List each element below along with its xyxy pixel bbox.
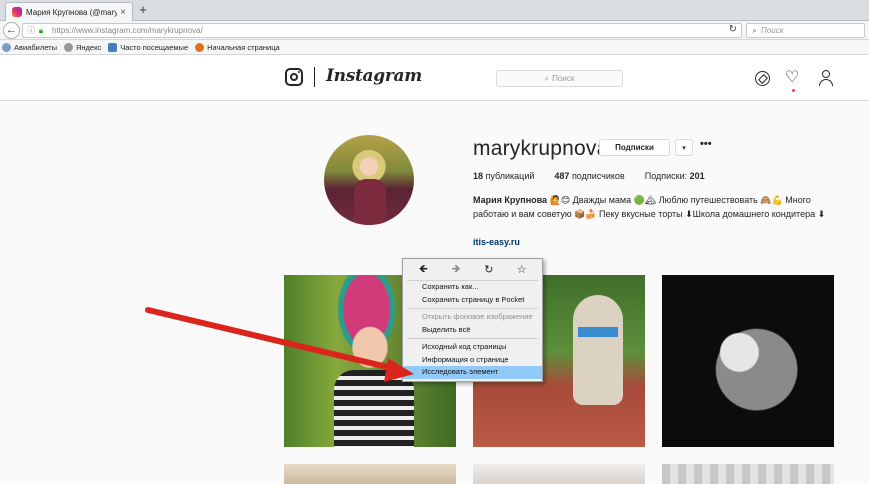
bookmark-item[interactable]: Яндекс xyxy=(63,42,102,52)
suggestions-dropdown-button[interactable]: ▾ xyxy=(675,139,693,156)
new-tab-button[interactable]: + xyxy=(136,3,150,17)
menu-item-inspect-element[interactable]: Исследовать элемент xyxy=(403,366,542,379)
followers-count: 487 xyxy=(554,171,570,181)
following-button[interactable]: Подписки xyxy=(599,139,670,156)
post-thumbnail[interactable] xyxy=(473,464,645,484)
heart-icon[interactable]: ♡ xyxy=(785,67,799,87)
bookmark-favicon-icon xyxy=(63,42,73,52)
profile-username: marykrupnova xyxy=(473,137,609,160)
url-text[interactable]: https://www.instagram.com/marykrupnova/ xyxy=(52,26,203,35)
bookmark-item[interactable]: Часто посещаемые xyxy=(108,42,189,52)
profile-stats: 18 публикаций 487 подписчиков Подписки: … xyxy=(473,171,725,181)
menu-item-save-as[interactable]: Сохранить как... xyxy=(403,281,542,294)
menu-item-page-info[interactable]: Информация о странице xyxy=(403,354,542,367)
instagram-camera-icon[interactable] xyxy=(285,68,303,86)
instagram-header: Instagram ⌕ Поиск ♡ xyxy=(0,55,869,101)
instagram-favicon-icon xyxy=(12,7,22,17)
navigation-bar: ← ⓘ 🔒︎ https://www.instagram.com/marykru… xyxy=(0,21,869,40)
bookmark-item[interactable]: Авиабилеты xyxy=(2,42,57,52)
bio-website-link[interactable]: itis-easy.ru xyxy=(473,237,520,247)
bookmark-label: Часто посещаемые xyxy=(120,42,189,52)
posts-count: 18 xyxy=(473,171,484,181)
posts-label: публикаций xyxy=(485,171,535,181)
lock-icon[interactable]: 🔒︎ xyxy=(36,26,46,36)
bookmark-star-icon[interactable]: ☆ xyxy=(512,263,532,276)
post-thumbnail[interactable] xyxy=(662,275,834,447)
instagram-search-input[interactable]: ⌕ Поиск xyxy=(496,70,623,87)
bio-name: Мария Крупнова xyxy=(473,195,548,205)
url-bar[interactable]: ⓘ 🔒︎ https://www.instagram.com/marykrupn… xyxy=(22,23,742,38)
reload-icon[interactable]: ↻ xyxy=(479,263,499,276)
explore-icon[interactable] xyxy=(755,71,770,86)
profile-icon[interactable] xyxy=(819,70,833,86)
tab-title: Мария Крупнова (@mary... xyxy=(26,7,117,17)
search-icon: ⌕ xyxy=(752,25,758,35)
bookmark-favicon-icon xyxy=(2,42,11,52)
instagram-logo[interactable]: Instagram xyxy=(326,66,422,86)
bookmark-item[interactable]: Начальная страница xyxy=(195,42,280,52)
bookmark-label: Авиабилеты xyxy=(14,42,57,52)
browser-search-placeholder: Поиск xyxy=(761,26,784,35)
post-thumbnail[interactable] xyxy=(284,464,456,484)
posts-stat: 18 публикаций xyxy=(473,171,534,181)
following-stat[interactable]: Подписки: 201 xyxy=(645,171,705,181)
bookmarks-toolbar: Авиабилеты Яндекс Часто посещаемые Начал… xyxy=(0,40,869,55)
back-button[interactable]: ← xyxy=(3,22,20,39)
bookmark-favicon-icon xyxy=(195,42,205,52)
browser-tab[interactable]: Мария Крупнова (@mary... × xyxy=(5,2,133,21)
following-count: 201 xyxy=(689,171,705,181)
notification-dot xyxy=(792,89,795,92)
menu-item-view-source[interactable]: Исходный код страницы xyxy=(403,341,542,354)
context-menu-navigation: 🡸 🡺 ↻ ☆ xyxy=(407,259,538,281)
back-arrow-icon[interactable]: 🡸 xyxy=(413,260,433,279)
menu-separator xyxy=(407,338,538,339)
bookmark-label: Яндекс xyxy=(75,42,102,52)
followers-stat[interactable]: 487 подписчиков xyxy=(554,171,624,181)
header-divider xyxy=(314,67,315,87)
following-label: Подписки: xyxy=(644,171,688,181)
search-icon: ⌕ xyxy=(544,73,550,83)
tab-bar: Мария Крупнова (@mary... × + xyxy=(0,0,869,21)
followers-label: подписчиков xyxy=(571,171,625,181)
bookmark-favicon-icon xyxy=(108,42,118,52)
menu-item-select-all[interactable]: Выделить всё xyxy=(403,324,542,337)
instagram-search-placeholder: Поиск xyxy=(552,74,575,83)
close-tab-icon[interactable]: × xyxy=(117,7,129,18)
browser-search-input[interactable]: ⌕ Поиск xyxy=(746,23,865,38)
context-menu: 🡸 🡺 ↻ ☆ Сохранить как... Сохранить стран… xyxy=(402,258,543,382)
menu-separator xyxy=(407,308,538,309)
bookmark-label: Начальная страница xyxy=(207,42,280,52)
info-icon[interactable]: ⓘ xyxy=(26,25,36,36)
post-thumbnail[interactable] xyxy=(662,464,834,484)
menu-item-open-background-image: Открыть фоновое изображение xyxy=(422,312,533,321)
profile-bio: Мария Крупнова 🙋😊 Дважды мама 🟢🏔 Люблю п… xyxy=(473,194,838,221)
menu-item-save-to-pocket[interactable]: Сохранить страницу в Pocket xyxy=(403,294,542,307)
avatar[interactable] xyxy=(324,135,414,225)
forward-arrow-icon[interactable]: 🡺 xyxy=(446,260,466,279)
more-options-button[interactable]: ••• xyxy=(700,138,712,150)
reload-icon[interactable]: ↻ xyxy=(729,24,737,35)
